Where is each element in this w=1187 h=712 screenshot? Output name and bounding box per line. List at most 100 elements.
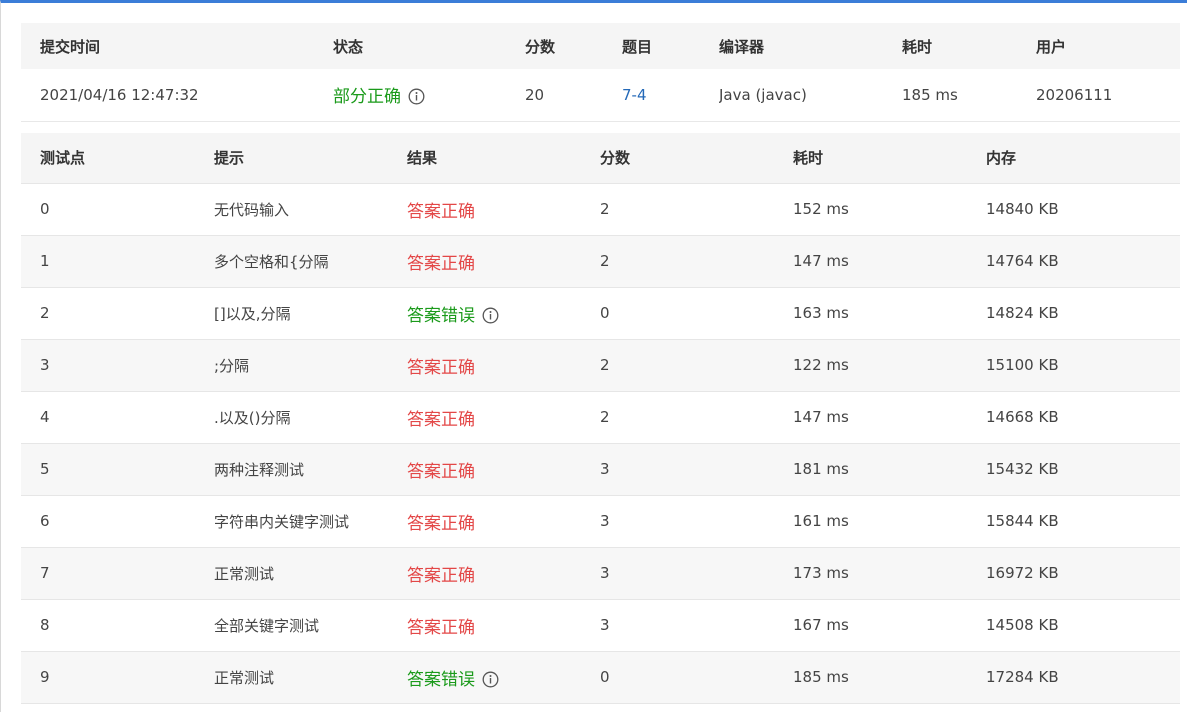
test-result: 答案正确 — [407, 513, 475, 534]
test-memory: 17284 KB — [986, 668, 1059, 686]
col-case-time: 耗时 — [793, 149, 824, 168]
test-result-cell: 答案正确 — [407, 599, 600, 651]
test-time: 173 ms — [793, 564, 849, 582]
test-hint: 正常测试 — [214, 668, 275, 687]
test-score: 3 — [600, 460, 610, 478]
test-memory: 14824 KB — [986, 304, 1059, 322]
status-cell: 部分正确 — [333, 69, 525, 121]
submission-row: 2021/04/16 12:47:32 部分正确 20 7-4 Java (ja… — [21, 69, 1180, 121]
test-memory: 14764 KB — [986, 252, 1059, 270]
test-memory: 14840 KB — [986, 200, 1059, 218]
test-result-cell: 答案正确 — [407, 443, 600, 495]
test-hint: 无代码输入 — [214, 200, 290, 219]
test-result-cell: 答案正确 — [407, 495, 600, 547]
test-time: 122 ms — [793, 356, 849, 374]
test-result: 答案错误 — [407, 669, 475, 690]
problem-link[interactable]: 7-4 — [622, 69, 719, 121]
submission-header-row: 提交时间 状态 分数 题目 编译器 耗时 用户 — [21, 23, 1180, 69]
test-result-cell: 答案正确 — [407, 235, 600, 287]
test-result-cell: 答案错误 — [407, 287, 600, 339]
test-result: 答案正确 — [407, 461, 475, 482]
test-result: 答案正确 — [407, 409, 475, 430]
table-row: 2 []以及,分隔 答案错误 0 163 ms 14824 KB — [21, 287, 1180, 339]
table-row: 3 ;分隔 答案正确 2 122 ms 15100 KB — [21, 339, 1180, 391]
info-circle-icon[interactable] — [482, 671, 499, 688]
test-point-id: 0 — [40, 200, 50, 218]
test-result: 答案正确 — [407, 565, 475, 586]
test-point-id: 4 — [40, 408, 50, 426]
table-row: 4 .以及()分隔 答案正确 2 147 ms 14668 KB — [21, 391, 1180, 443]
test-point-id: 9 — [40, 668, 50, 686]
submission-elapsed: 185 ms — [902, 85, 958, 104]
submit-time: 2021/04/16 12:47:32 — [40, 85, 199, 104]
test-hint: ;分隔 — [214, 356, 250, 375]
table-row: 7 正常测试 答案正确 3 173 ms 16972 KB — [21, 547, 1180, 599]
test-score: 3 — [600, 512, 610, 530]
table-row: 1 多个空格和{分隔 答案正确 2 147 ms 14764 KB — [21, 235, 1180, 287]
col-status: 状态 — [333, 37, 364, 56]
col-test-point: 测试点 — [40, 149, 86, 168]
problem-link-label[interactable]: 7-4 — [622, 86, 647, 104]
test-time: 161 ms — [793, 512, 849, 530]
test-hint: 两种注释测试 — [214, 460, 305, 479]
test-result-cell: 答案正确 — [407, 183, 600, 235]
test-result-cell: 答案正确 — [407, 547, 600, 599]
test-score: 0 — [600, 668, 610, 686]
test-score: 2 — [600, 408, 610, 426]
cases-header-row: 测试点 提示 结果 分数 耗时 内存 — [21, 133, 1180, 183]
test-cases-table: 测试点 提示 结果 分数 耗时 内存 0 无代码输入 答案正确 2 152 ms… — [21, 133, 1180, 704]
test-score: 2 — [600, 252, 610, 270]
test-hint: 全部关键字测试 — [214, 616, 320, 635]
test-result-cell: 答案正确 — [407, 339, 600, 391]
test-score: 3 — [600, 616, 610, 634]
test-result: 答案正确 — [407, 617, 475, 638]
test-hint: .以及()分隔 — [214, 408, 291, 427]
col-case-score: 分数 — [600, 149, 631, 168]
table-row: 0 无代码输入 答案正确 2 152 ms 14840 KB — [21, 183, 1180, 235]
test-memory: 14508 KB — [986, 616, 1059, 634]
table-row: 6 字符串内关键字测试 答案正确 3 161 ms 15844 KB — [21, 495, 1180, 547]
test-hint: 多个空格和{分隔 — [214, 252, 329, 271]
test-point-id: 5 — [40, 460, 50, 478]
test-memory: 14668 KB — [986, 408, 1059, 426]
test-time: 147 ms — [793, 252, 849, 270]
test-hint: []以及,分隔 — [214, 304, 291, 323]
test-time: 167 ms — [793, 616, 849, 634]
col-score: 分数 — [525, 37, 556, 56]
test-point-id: 7 — [40, 564, 50, 582]
status-badge: 部分正确 — [333, 87, 401, 108]
test-time: 147 ms — [793, 408, 849, 426]
test-memory: 15844 KB — [986, 512, 1059, 530]
test-point-id: 3 — [40, 356, 50, 374]
test-score: 0 — [600, 304, 610, 322]
test-memory: 16972 KB — [986, 564, 1059, 582]
col-compiler: 编译器 — [719, 37, 765, 56]
test-hint: 正常测试 — [214, 564, 275, 583]
test-hint: 字符串内关键字测试 — [214, 512, 350, 531]
test-result-cell: 答案正确 — [407, 391, 600, 443]
col-memory: 内存 — [986, 149, 1017, 168]
test-point-id: 8 — [40, 616, 50, 634]
test-time: 152 ms — [793, 200, 849, 218]
test-result-cell: 答案错误 — [407, 651, 600, 703]
info-circle-icon[interactable] — [482, 307, 499, 324]
test-memory: 15100 KB — [986, 356, 1059, 374]
col-submit-time: 提交时间 — [40, 37, 101, 56]
test-score: 2 — [600, 356, 610, 374]
user-id: 20206111 — [1036, 85, 1113, 104]
test-point-id: 1 — [40, 252, 50, 270]
submission-score: 20 — [525, 85, 545, 104]
table-row: 9 正常测试 答案错误 0 185 ms 17284 KB — [21, 651, 1180, 703]
test-time: 163 ms — [793, 304, 849, 322]
col-hint: 提示 — [214, 149, 245, 168]
col-result: 结果 — [407, 149, 438, 168]
table-row: 8 全部关键字测试 答案正确 3 167 ms 14508 KB — [21, 599, 1180, 651]
test-time: 181 ms — [793, 460, 849, 478]
compiler: Java (javac) — [719, 85, 807, 104]
test-point-id: 2 — [40, 304, 50, 322]
info-circle-icon[interactable] — [408, 88, 425, 105]
test-result: 答案正确 — [407, 357, 475, 378]
test-score: 2 — [600, 200, 610, 218]
test-result: 答案正确 — [407, 253, 475, 274]
submission-table: 提交时间 状态 分数 题目 编译器 耗时 用户 2021/04/16 12:47… — [21, 23, 1180, 122]
